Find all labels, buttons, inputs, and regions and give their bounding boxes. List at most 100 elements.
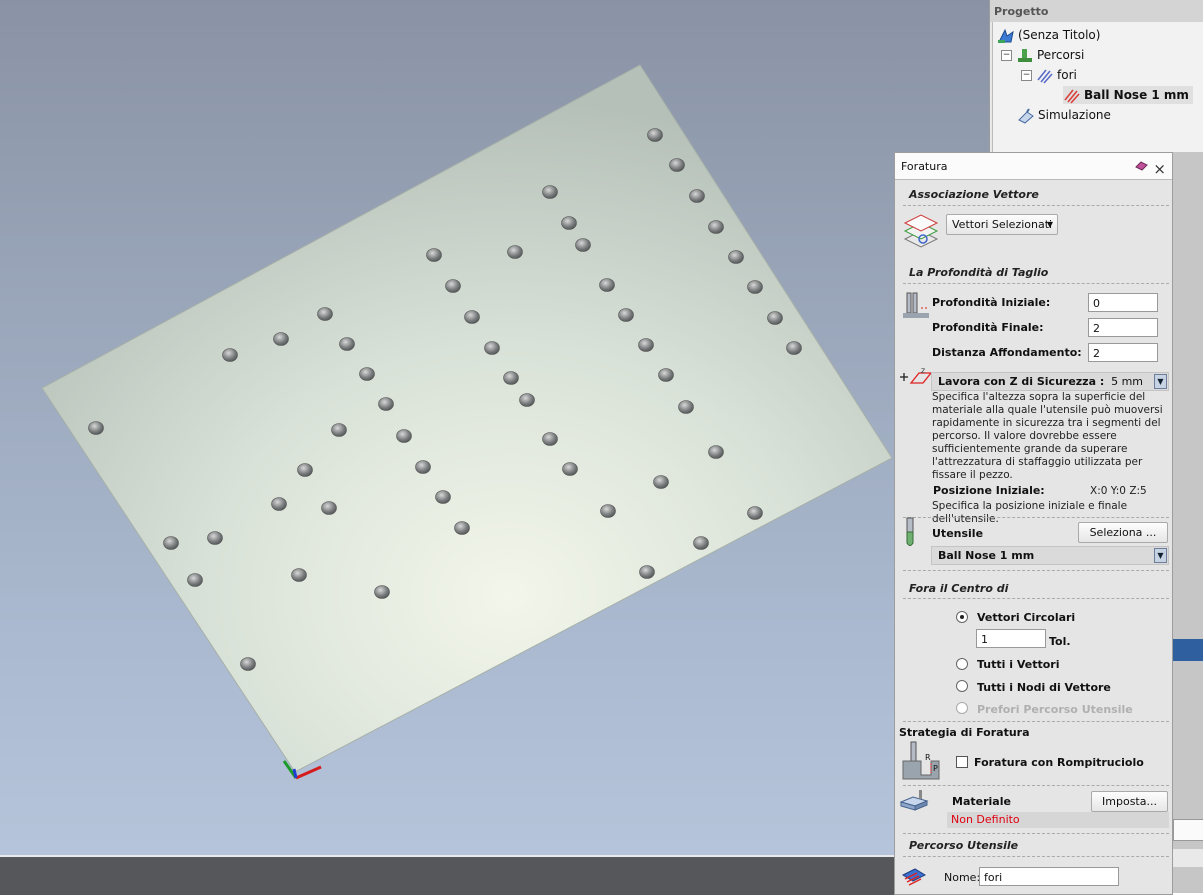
- drill-hole: [273, 332, 289, 346]
- drill-hole: [767, 311, 783, 325]
- background-panel-edge: [1171, 152, 1203, 893]
- drill-hole: [454, 521, 470, 535]
- safe-z-icon: Z: [900, 368, 933, 384]
- drill-hole: [638, 338, 654, 352]
- drill-hole: [561, 216, 577, 230]
- radio-all-nodes[interactable]: [956, 680, 968, 692]
- start-depth-label: Profondità Iniziale:: [932, 296, 1051, 309]
- final-depth-input[interactable]: 2: [1088, 318, 1158, 337]
- drill-hole: [435, 490, 451, 504]
- drill-hole: [222, 348, 238, 362]
- peck-drilling-checkbox[interactable]: [956, 756, 968, 768]
- drill-hole: [599, 278, 615, 292]
- drill-hole: [562, 462, 578, 476]
- tree-item-fori[interactable]: − fori: [1021, 66, 1077, 84]
- drill-hole: [378, 397, 394, 411]
- select-tool-button[interactable]: Seleziona ...: [1078, 522, 1168, 543]
- tree-item-project[interactable]: (Senza Titolo): [997, 26, 1100, 44]
- drill-hole: [575, 238, 591, 252]
- drill-hole: [445, 279, 461, 293]
- panel-title: Foratura: [901, 160, 948, 173]
- drill-hole: [542, 432, 558, 446]
- pin-icon[interactable]: [1135, 160, 1148, 172]
- drill-hole: [693, 536, 709, 550]
- toolpath-name-icon: [901, 868, 927, 886]
- drill-hole: [374, 585, 390, 599]
- peck-drilling-label: Foratura con Rompitruciolo: [974, 756, 1144, 769]
- plunge-distance-label: Distanza Affondamento:: [932, 346, 1082, 359]
- material-label: Materiale: [952, 795, 1011, 808]
- cut-depth-icon: [903, 292, 929, 318]
- drill-hole: [464, 310, 480, 324]
- plunge-distance-input[interactable]: 2: [1088, 343, 1158, 362]
- divider: [903, 517, 1169, 518]
- radio-predrill: [956, 702, 968, 714]
- material-plate: [41, 64, 893, 773]
- drill-hole: [618, 308, 634, 322]
- field-edge: [1173, 819, 1203, 841]
- collapse-toggle-icon[interactable]: −: [1001, 50, 1012, 61]
- drill-hole: [163, 536, 179, 550]
- chevron-down-icon[interactable]: ▼: [1154, 548, 1167, 563]
- drill-hole: [359, 367, 375, 381]
- tolerance-label: Tol.: [1049, 635, 1071, 648]
- drill-hole: [747, 280, 763, 294]
- home-position-value: X:0 Y:0 Z:5: [1090, 485, 1147, 497]
- material-setup-button[interactable]: Imposta...: [1091, 791, 1168, 812]
- radio-all-vectors-label: Tutti i Vettori: [977, 658, 1060, 671]
- radio-circular-vectors[interactable]: [956, 611, 968, 623]
- svg-text:P: P: [933, 764, 938, 773]
- radio-all-vectors[interactable]: [956, 658, 968, 670]
- close-icon[interactable]: ×: [1153, 156, 1166, 183]
- chevron-down-icon: ▼: [1046, 220, 1053, 229]
- drill-hole: [728, 250, 744, 264]
- vector-layers-icon: [903, 214, 939, 248]
- project-panel: Progetto (Senza Titolo) − Percorsi − fori …: [989, 0, 1203, 152]
- peck-drilling-icon: R P: [902, 741, 940, 780]
- drill-hole: [786, 341, 802, 355]
- drill-hole: [207, 531, 223, 545]
- drill-hole: [542, 185, 558, 199]
- svg-text:Z: Z: [921, 368, 925, 375]
- tree-item-simulazione[interactable]: Simulazione: [1017, 106, 1111, 124]
- drill-hole: [297, 463, 313, 477]
- safe-z-expander[interactable]: Lavora con Z di Sicurezza : 5 mm ▼: [931, 372, 1169, 391]
- drill-hole: [291, 568, 307, 582]
- status-bar: [0, 855, 900, 895]
- tool-expander[interactable]: Ball Nose 1 mm ▼: [931, 546, 1169, 565]
- drill-hole: [653, 475, 669, 489]
- chevron-down-icon[interactable]: ▼: [1154, 374, 1167, 389]
- drill-hole: [331, 423, 347, 437]
- collapse-toggle-icon[interactable]: −: [1021, 70, 1032, 81]
- material-block-icon: [899, 790, 929, 811]
- tolerance-input[interactable]: 1: [976, 629, 1046, 648]
- tree-item-ball-nose[interactable]: Ball Nose 1 mm: [1063, 86, 1193, 104]
- toolpath-name-label: Nome:: [944, 871, 981, 884]
- project-panel-header: Progetto: [990, 0, 1203, 22]
- field-edge: [1173, 849, 1203, 867]
- divider: [903, 283, 1169, 284]
- drill-hole: [187, 573, 203, 587]
- toolpath-name-input[interactable]: fori: [979, 867, 1119, 886]
- divider: [903, 205, 1169, 206]
- divider: [903, 785, 1169, 786]
- drill-toolpath-icon: [1064, 89, 1080, 104]
- divider: [903, 833, 1169, 834]
- drill-hole: [678, 400, 694, 414]
- divider: [903, 570, 1169, 571]
- tree-item-percorsi[interactable]: − Percorsi: [1001, 46, 1084, 64]
- start-depth-input[interactable]: 0: [1088, 293, 1158, 312]
- project-tree[interactable]: (Senza Titolo) − Percorsi − fori Ball Nose…: [992, 22, 1203, 152]
- drill-hole: [689, 189, 705, 203]
- divider: [903, 856, 1169, 857]
- vector-selection-dropdown[interactable]: Vettori Selezionati ▼: [946, 214, 1058, 235]
- material-status-bar: Non Definito: [947, 812, 1169, 828]
- drill-hole: [519, 393, 535, 407]
- drill-hole: [240, 657, 256, 671]
- drill-hole: [669, 158, 685, 172]
- drill-hole: [271, 497, 287, 511]
- material-status-text: Non Definito: [951, 813, 1020, 826]
- selected-row-edge: [1171, 639, 1203, 661]
- simulation-icon: [1018, 107, 1034, 124]
- safe-z-help-text: Specifica l'altezza sopra la superficie …: [932, 391, 1163, 481]
